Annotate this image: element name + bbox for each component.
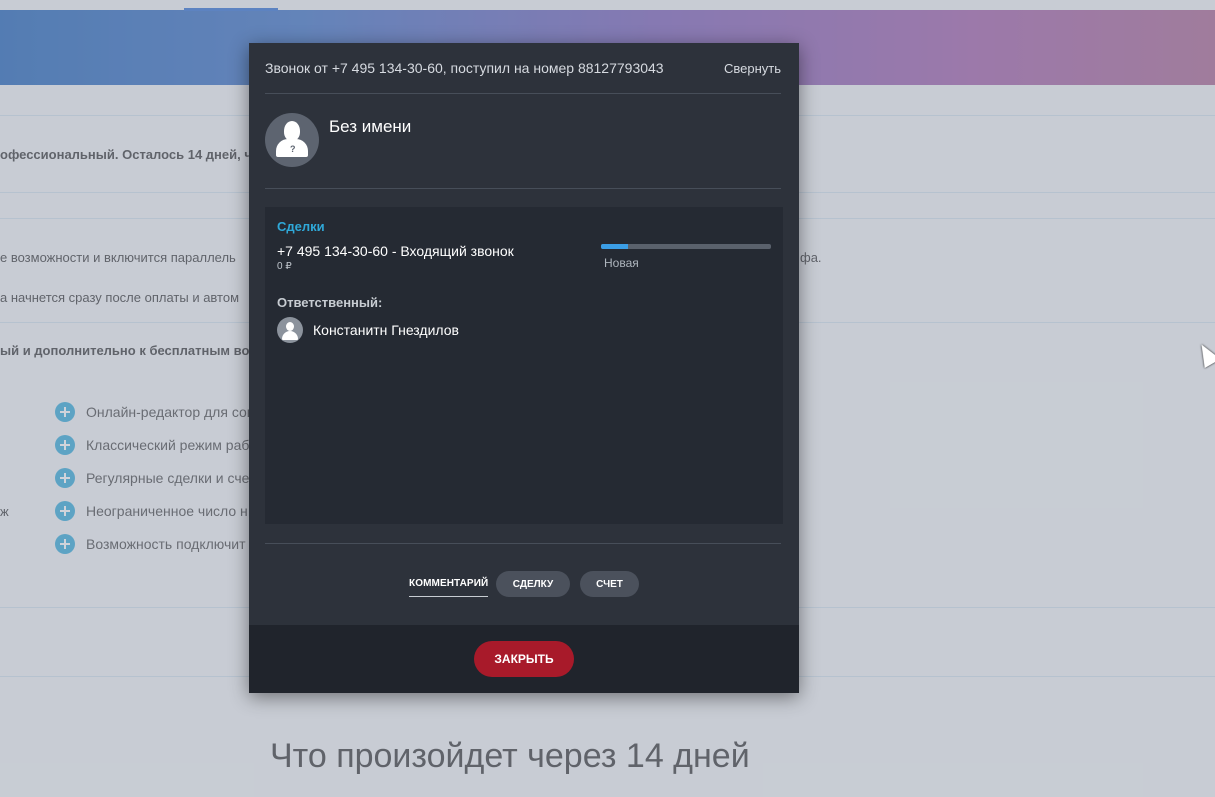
divider [265, 543, 781, 544]
deal-stage-progress [601, 244, 771, 249]
modal-header: Звонок от +7 495 134-30-60, поступил на … [265, 43, 781, 94]
call-title: Звонок от +7 495 134-30-60, поступил на … [265, 60, 664, 76]
responsible-label: Ответственный: [277, 295, 383, 310]
comment-tab[interactable]: КОММЕНТАРИЙ [409, 571, 489, 597]
contact-name[interactable]: Без имени [329, 117, 411, 137]
responsible-name[interactable]: Констанитн Гнездилов [313, 322, 459, 338]
unknown-contact-avatar-icon: ? [265, 113, 319, 167]
deal-sum: 0 ₽ [277, 261, 292, 272]
incoming-call-modal: Звонок от +7 495 134-30-60, поступил на … [249, 43, 799, 693]
deal-stage-progress-fill [601, 244, 629, 249]
user-avatar-icon [277, 317, 303, 343]
collapse-button[interactable]: Свернуть [724, 61, 781, 76]
deals-panel: Сделки +7 495 134-30-60 - Входящий звоно… [265, 207, 783, 524]
create-invoice-button[interactable]: СЧЕТ [580, 571, 639, 597]
close-button[interactable]: ЗАКРЫТЬ [474, 641, 574, 677]
create-actions: КОММЕНТАРИЙ СДЕЛКУ СЧЕТ [249, 571, 799, 597]
deals-section-title: Сделки [277, 219, 325, 234]
deal-link[interactable]: +7 495 134-30-60 - Входящий звонок [277, 243, 514, 259]
create-deal-button[interactable]: СДЕЛКУ [496, 571, 570, 597]
contact-card: ? Без имени [265, 113, 781, 189]
modal-footer: ЗАКРЫТЬ [249, 625, 799, 693]
deal-stage: Новая [604, 256, 639, 270]
